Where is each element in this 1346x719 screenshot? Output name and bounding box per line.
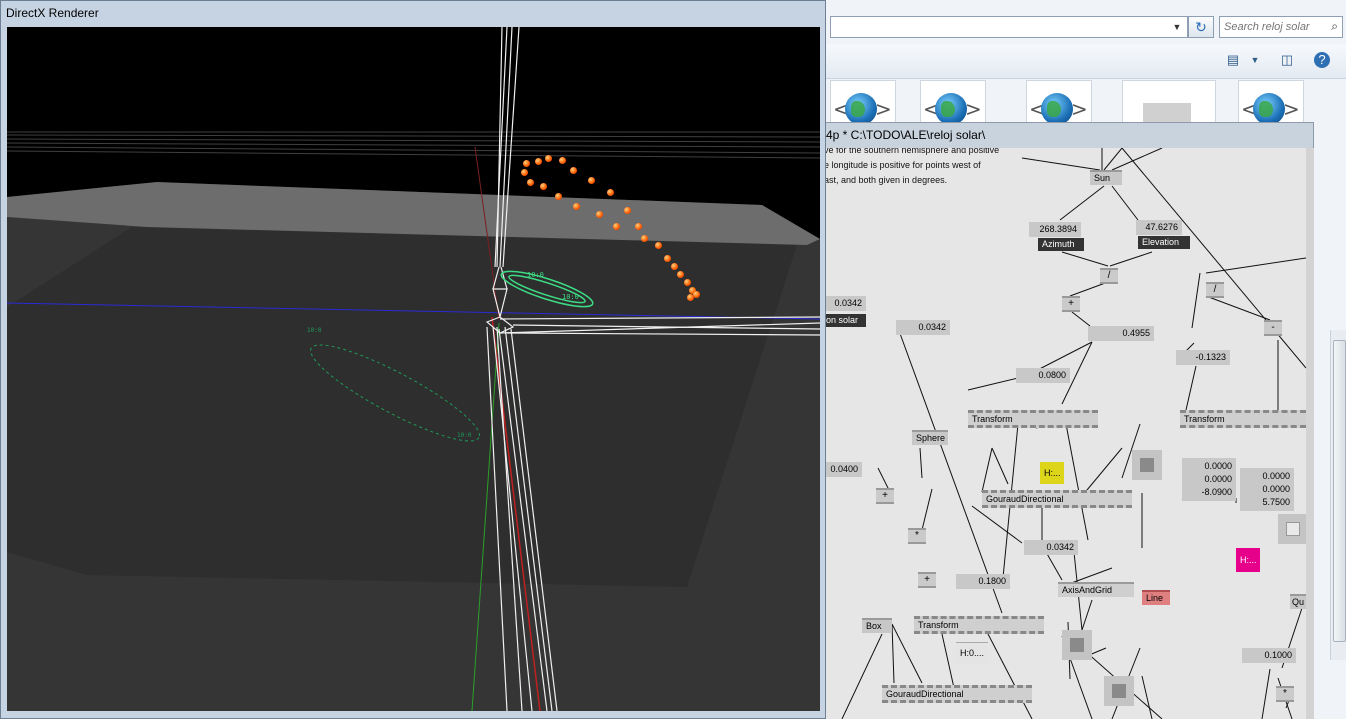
search-input[interactable] — [1220, 17, 1328, 37]
sun-point — [671, 263, 678, 270]
sun-point — [664, 255, 671, 262]
sun-point — [521, 169, 528, 176]
multiply-node[interactable]: * — [1276, 686, 1294, 702]
sun-point — [613, 223, 620, 230]
patch-title: 4p * C:\TODO\ALE\reloj solar\ — [826, 128, 986, 142]
value-box[interactable]: -0.1323 — [1176, 350, 1230, 365]
sphere-node[interactable]: Sphere — [912, 430, 948, 445]
value-box[interactable]: 0.0400 — [822, 462, 862, 477]
sun-point — [555, 193, 562, 200]
sun-point — [687, 294, 694, 301]
magenta-renderer-node[interactable]: H:... — [1236, 548, 1260, 572]
add-node[interactable]: + — [1062, 296, 1080, 312]
preview-node[interactable] — [1104, 676, 1134, 706]
vector-value-a[interactable]: 0.0000 0.0000 -8.0900 — [1182, 458, 1236, 501]
axis-and-grid-node[interactable]: AxisAndGrid — [1058, 582, 1134, 597]
value-box[interactable]: 0.0800 — [1016, 368, 1070, 383]
sun-point — [545, 155, 552, 162]
render-viewport[interactable]: 10:0 10:0 10:0 10:0 — [7, 27, 820, 711]
value-box[interactable]: 0.0342 — [896, 320, 950, 335]
azimuth-value[interactable]: 268.3894 — [1029, 222, 1081, 237]
transform-node[interactable]: Transform — [968, 410, 1098, 428]
sun-point — [684, 279, 691, 286]
views-icon[interactable]: ▤ — [1224, 52, 1242, 68]
multiply-node[interactable]: * — [908, 528, 926, 544]
preview-node[interactable] — [1062, 630, 1092, 660]
sun-point — [596, 211, 603, 218]
transform-node[interactable]: Transform — [914, 616, 1044, 634]
value-box[interactable]: 0.1800 — [956, 574, 1010, 589]
explorer-scrollbar[interactable] — [1330, 330, 1346, 660]
sun-point — [523, 160, 530, 167]
sun-point — [573, 203, 580, 210]
transform-node[interactable]: Transform — [1180, 410, 1306, 428]
value-box[interactable]: 0.1000 — [1242, 648, 1296, 663]
address-dropdown-icon[interactable]: ▼ — [1170, 17, 1184, 37]
add-node[interactable]: + — [876, 488, 894, 504]
vector-value-b[interactable]: 0.0000 0.0000 5.7500 — [1240, 468, 1294, 511]
search-box[interactable]: ⌕ — [1219, 16, 1343, 38]
yellow-renderer-node[interactable]: H:... — [1040, 462, 1064, 484]
azimuth-label[interactable]: Azimuth — [1038, 238, 1084, 251]
subtract-node[interactable]: - — [1264, 320, 1282, 336]
sun-point — [535, 158, 542, 165]
line-node[interactable]: Line — [1142, 590, 1170, 605]
divide-node[interactable]: / — [1100, 268, 1118, 284]
address-bar[interactable] — [830, 16, 1188, 38]
explorer-toolbar: ▤ ▼ ◫ ? — [826, 44, 1346, 79]
scrollbar-thumb[interactable] — [1333, 340, 1346, 642]
value-box[interactable]: 0.4955 — [1088, 326, 1154, 341]
sun-point — [693, 291, 700, 298]
patch-scrollbar[interactable] — [1306, 148, 1314, 719]
preview-pane-icon[interactable]: ◫ — [1278, 52, 1296, 68]
sun-point — [559, 157, 566, 164]
gray-renderer-node[interactable]: H:0.... — [956, 642, 988, 664]
divide-node-b[interactable]: / — [1206, 282, 1224, 298]
views-dropdown-icon[interactable]: ▼ — [1246, 52, 1264, 68]
gouraud-directional-node[interactable]: GouraudDirectional — [982, 490, 1132, 508]
value-box[interactable]: 0.0342 — [1024, 540, 1078, 555]
sun-point — [641, 235, 648, 242]
elevation-value[interactable]: 47.6276 — [1136, 220, 1182, 235]
sun-point — [677, 271, 684, 278]
preview-node[interactable] — [1132, 450, 1162, 480]
shadow-label: 10:0 — [457, 432, 472, 439]
description-line-2: e longitude is positive for points west … — [824, 160, 981, 170]
hour-label: 10:0 — [562, 293, 579, 301]
add-node[interactable]: + — [918, 572, 936, 588]
renderer-title: DirectX Renderer — [6, 6, 99, 20]
sun-point — [635, 223, 642, 230]
label-box[interactable]: on solar — [822, 314, 866, 327]
description-line-3: ast, and both given in degrees. — [824, 175, 948, 185]
gouraud-directional-node[interactable]: GouraudDirectional — [882, 685, 1032, 703]
sun-point — [588, 177, 595, 184]
search-icon[interactable]: ⌕ — [1331, 19, 1338, 34]
sun-point — [570, 167, 577, 174]
refresh-icon: ↻ — [1195, 19, 1207, 35]
value-box[interactable]: 0.0342 — [822, 296, 866, 311]
description-line-1: ve for the southern hemisphere and posit… — [824, 148, 1000, 155]
patch-canvas[interactable]: ve for the southern hemisphere and posit… — [822, 148, 1306, 719]
box-node[interactable]: Box — [862, 618, 892, 633]
sun-node[interactable]: Sun — [1090, 170, 1122, 185]
shadow-label: 10:0 — [307, 327, 322, 334]
quad-node[interactable]: Qu — [1290, 594, 1306, 609]
sun-point — [655, 242, 662, 249]
scene-svg: 10:0 10:0 10:0 10:0 — [7, 27, 820, 711]
sun-point — [607, 189, 614, 196]
help-icon[interactable]: ? — [1314, 52, 1330, 68]
refresh-button[interactable]: ↻ — [1188, 16, 1214, 38]
sun-point — [540, 183, 547, 190]
preview-node-light[interactable] — [1278, 514, 1306, 544]
sun-point — [527, 179, 534, 186]
elevation-label[interactable]: Elevation — [1138, 236, 1190, 249]
hour-label: 10:0 — [527, 271, 544, 279]
sun-point — [624, 207, 631, 214]
